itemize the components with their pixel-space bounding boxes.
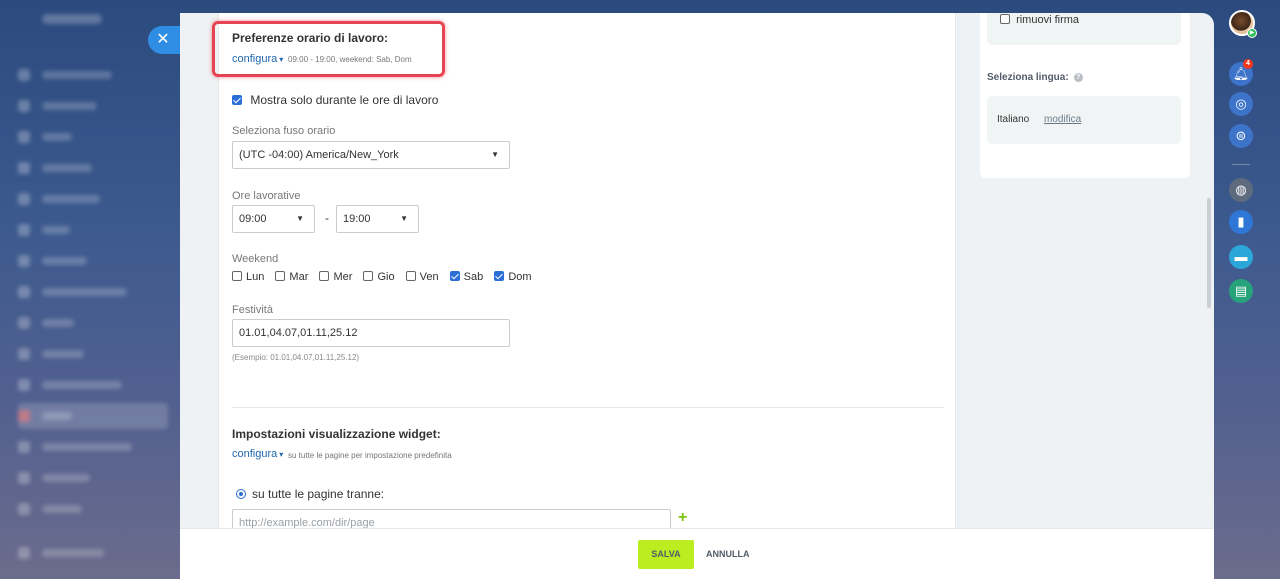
hours-separator: -	[325, 211, 329, 225]
widget-configure-link[interactable]: configura ▾	[232, 448, 283, 460]
bg-nav-item	[18, 248, 168, 274]
checkbox-icon	[363, 271, 374, 281]
checkbox-icon	[275, 271, 286, 281]
help-icon[interactable]: ?	[1073, 73, 1083, 82]
document-icon[interactable]: ▤	[1229, 279, 1253, 303]
settings-card: Preferenze orario di lavoro: configura ▾ …	[218, 13, 956, 537]
weekend-days: Lun Mar Mer Gio Ven Sab Dom	[232, 271, 540, 283]
chat-icon[interactable]: ▬	[1229, 245, 1253, 269]
bg-nav-item	[18, 124, 168, 150]
checkbox-checked-icon	[232, 95, 242, 105]
hours-from-value: 09:00	[239, 213, 267, 225]
radio-selected-icon	[236, 489, 246, 499]
bg-nav-item	[18, 310, 168, 336]
language-value: Italiano	[997, 114, 1030, 125]
day-label: Mar	[289, 271, 309, 283]
remove-signature-checkbox[interactable]: rimuovi firma	[1000, 14, 1079, 26]
section-divider	[232, 407, 944, 408]
day-checkbox-wed[interactable]: Mer	[319, 271, 352, 283]
bg-nav-item	[18, 465, 168, 491]
day-label: Gio	[377, 271, 395, 283]
timezone-value: (UTC -04:00) America/New_York	[239, 149, 399, 161]
right-rail: ▶ 🔔︎ 4 ◎ ⊜ ◍ ▮ ▬ ▤	[1224, 0, 1280, 579]
language-edit-link[interactable]: modifica	[1044, 114, 1081, 125]
checkbox-icon	[1000, 14, 1010, 24]
bg-nav-item	[18, 217, 168, 243]
day-label: Mer	[333, 271, 353, 283]
cancel-button[interactable]: ANNULLA	[706, 540, 750, 569]
footer-bar: SALVA ANNULLA	[180, 528, 1214, 579]
weekend-label: Weekend	[232, 253, 279, 265]
day-checkbox-fri[interactable]: Ven	[405, 271, 439, 283]
language-box: Italiano modifica	[987, 96, 1181, 144]
checkbox-icon	[319, 271, 330, 281]
show-only-working-hours-checkbox[interactable]: Mostra solo durante le ore di lavoro	[232, 93, 438, 107]
settings-panel: Preferenze orario di lavoro: configura ▾ …	[180, 13, 1214, 579]
bg-nav-item	[18, 496, 168, 522]
day-checkbox-thu[interactable]: Gio	[363, 271, 395, 283]
holidays-example: (Esempio: 01.01,04.07,01.11,25.12)	[232, 353, 360, 362]
configure-label: configura	[232, 448, 278, 460]
bg-nav-item	[18, 341, 168, 367]
widget-settings-title: Impostazioni visualizzazione widget:	[232, 427, 441, 441]
all-pages-except-radio[interactable]: su tutte le pagine tranne:	[236, 487, 384, 501]
holidays-input[interactable]: 01.01,04.07,01.11,25.12	[232, 319, 510, 347]
day-checkbox-sat[interactable]: Sab	[449, 271, 484, 283]
hours-to-select[interactable]: 19:00 ▼	[336, 205, 419, 233]
bg-nav-item	[18, 540, 168, 566]
right-settings-card: rimuovi firma Seleziona lingua:? Italian…	[980, 13, 1190, 178]
holidays-label: Festività	[232, 304, 273, 316]
checkbox-icon	[232, 271, 242, 281]
show-only-working-hours-label: Mostra solo durante le ore di lavoro	[250, 93, 439, 107]
status-play-icon: ▶	[1247, 28, 1257, 38]
checkbox-checked-icon	[494, 271, 505, 281]
working-hours-label: Ore lavorative	[232, 190, 301, 202]
hours-to-value: 19:00	[343, 213, 371, 225]
bg-nav-item-active	[18, 403, 168, 429]
caret-down-icon: ▾	[279, 450, 284, 459]
day-checkbox-mon[interactable]: Lun	[232, 271, 264, 283]
rail-divider	[1232, 164, 1250, 165]
remove-signature-box: rimuovi firma	[987, 13, 1181, 45]
group-avatar-icon[interactable]: ◍	[1229, 178, 1253, 202]
day-label: Lun	[246, 271, 265, 283]
dropdown-arrow-icon: ▼	[491, 150, 499, 159]
highlight-annotation	[212, 21, 445, 77]
background-sidebar	[0, 0, 180, 579]
day-label: Sab	[463, 271, 484, 283]
add-url-plus-icon[interactable]: +	[678, 509, 687, 527]
background-logo	[42, 14, 102, 24]
spiral-icon[interactable]: ◎	[1229, 92, 1253, 116]
search-chat-icon[interactable]: ⊜	[1229, 124, 1253, 148]
widget-summary: su tutte le pagine per impostazione pred…	[288, 451, 452, 460]
save-button[interactable]: SALVA	[638, 540, 694, 569]
close-panel-button[interactable]: ✕	[148, 26, 182, 54]
bg-nav-item	[18, 372, 168, 398]
timezone-label: Seleziona fuso orario	[232, 125, 336, 137]
bookmark-icon[interactable]: ▮	[1229, 210, 1253, 234]
all-pages-except-label: su tutte le pagine tranne:	[252, 487, 385, 501]
notifications-badge: 4	[1243, 59, 1253, 69]
bg-nav-item	[18, 62, 168, 88]
checkbox-icon	[405, 271, 416, 281]
day-label: Dom	[508, 271, 532, 283]
bg-nav-item	[18, 93, 168, 119]
bg-nav-item	[18, 186, 168, 212]
day-checkbox-tue[interactable]: Mar	[275, 271, 308, 283]
language-title-text: Seleziona lingua:	[987, 72, 1069, 83]
dropdown-arrow-icon: ▼	[400, 214, 408, 223]
remove-signature-label: rimuovi firma	[1016, 14, 1080, 26]
close-icon: ✕	[156, 31, 170, 48]
select-language-title: Seleziona lingua:?	[987, 72, 1083, 83]
hours-from-select[interactable]: 09:00 ▼	[232, 205, 315, 233]
dropdown-arrow-icon: ▼	[296, 214, 304, 223]
bg-nav-item	[18, 155, 168, 181]
timezone-select[interactable]: (UTC -04:00) America/New_York ▼	[232, 141, 510, 169]
checkbox-checked-icon	[449, 271, 460, 281]
bg-nav-item	[18, 279, 168, 305]
scrollbar-thumb[interactable]	[1207, 198, 1211, 308]
day-label: Ven	[419, 271, 439, 283]
bg-nav-item	[18, 434, 168, 460]
day-checkbox-sun[interactable]: Dom	[494, 271, 532, 283]
